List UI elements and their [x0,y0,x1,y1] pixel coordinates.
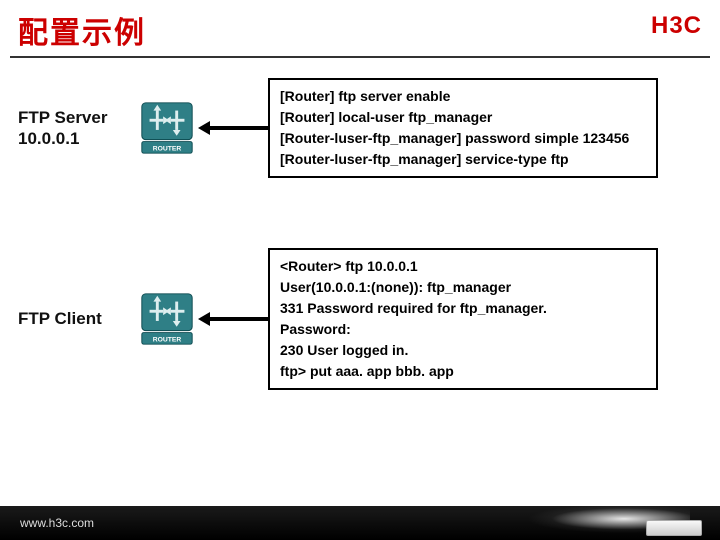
footer-bar: www.h3c.com [0,506,720,540]
brand-logo: H3C [651,8,702,40]
header: 配置示例 H3C [0,0,720,52]
diagram-content: FTP Server 10.0.0.1 ROUTER [Router] ft [0,58,720,458]
arrow-icon [198,126,268,130]
arrow-icon [198,317,268,321]
router-caption: ROUTER [153,145,182,152]
server-config-text: [Router] ftp server enable [Router] loca… [280,86,646,170]
ftp-server-label: FTP Server 10.0.0.1 [18,107,128,150]
router-caption: ROUTER [153,336,182,343]
router-icon: ROUTER [136,288,198,350]
footer-button[interactable] [646,520,702,536]
router-icon: ROUTER [136,97,198,159]
page-title: 配置示例 [18,8,146,52]
footer-url: www.h3c.com [20,516,94,530]
client-config-box: <Router> ftp 10.0.0.1 User(10.0.0.1:(non… [268,248,658,390]
client-config-text: <Router> ftp 10.0.0.1 User(10.0.0.1:(non… [280,256,646,382]
client-row: FTP Client ROUTER <Router> ftp 10.0.0.1 … [18,248,702,390]
server-config-box: [Router] ftp server enable [Router] loca… [268,78,658,178]
server-row: FTP Server 10.0.0.1 ROUTER [Router] ft [18,78,702,178]
ftp-client-label: FTP Client [18,308,128,329]
